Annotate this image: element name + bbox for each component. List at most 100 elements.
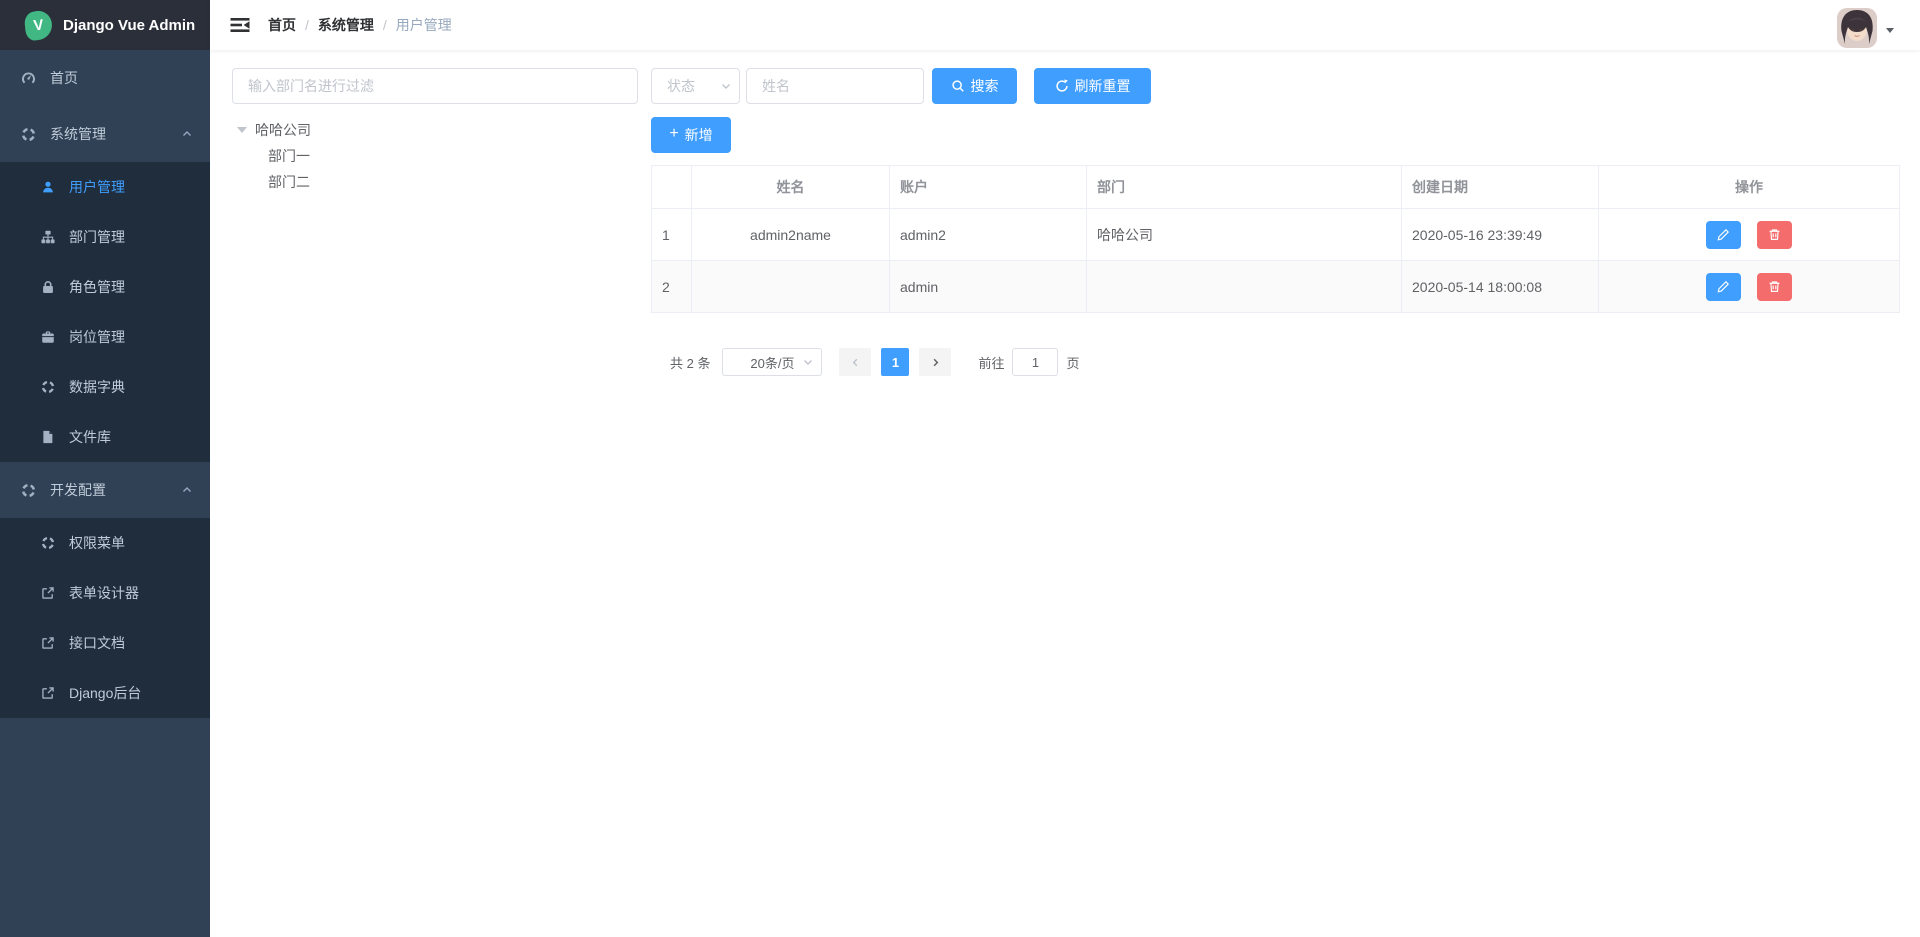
caret-down-icon[interactable] <box>237 127 247 133</box>
column-header-name: 姓名 <box>692 166 890 209</box>
delete-icon <box>1768 280 1781 293</box>
cell-index: 1 <box>652 209 692 261</box>
column-header-index <box>652 166 692 209</box>
component-icon <box>21 127 36 142</box>
row-edit-button[interactable] <box>1706 221 1741 249</box>
next-page-button[interactable] <box>919 348 951 376</box>
app-title: Django Vue Admin <box>63 17 195 34</box>
sidebar-item-roles[interactable]: 角色管理 <box>0 262 210 312</box>
add-button-label: 新增 <box>685 125 713 145</box>
dev-submenu: 权限菜单 表单设计器 接口文档 Django后台 <box>0 518 210 718</box>
status-select[interactable] <box>651 68 740 104</box>
hamburger-icon[interactable] <box>230 15 250 35</box>
tree-node-label: 部门一 <box>268 146 310 166</box>
external-link-icon <box>41 686 55 700</box>
tree-node-company[interactable]: 哈哈公司 <box>232 117 638 143</box>
sidebar-item-users[interactable]: 用户管理 <box>0 162 210 212</box>
table-row[interactable]: 1 admin2name admin2 哈哈公司 2020-05-16 23:3… <box>652 209 1900 261</box>
prev-page-button[interactable] <box>839 348 871 376</box>
sidebar-item-django-admin[interactable]: Django后台 <box>0 668 210 718</box>
cell-actions <box>1599 261 1900 313</box>
external-link-icon <box>41 586 55 600</box>
status-select-input[interactable] <box>651 68 740 104</box>
sidebar-item-files[interactable]: 文件库 <box>0 412 210 462</box>
refresh-reset-button-label: 刷新重置 <box>1075 76 1131 96</box>
breadcrumb-home[interactable]: 首页 <box>268 15 296 35</box>
row-delete-button[interactable] <box>1757 221 1792 249</box>
sidebar-item-posts[interactable]: 岗位管理 <box>0 312 210 362</box>
sidebar-item-label: 部门管理 <box>69 227 125 247</box>
caret-down-icon[interactable] <box>1886 28 1894 33</box>
sidebar-item-departments[interactable]: 部门管理 <box>0 212 210 262</box>
sidebar-item-dictionary[interactable]: 数据字典 <box>0 362 210 412</box>
edit-icon <box>1717 280 1730 293</box>
sidebar-item-label: 权限菜单 <box>69 533 125 553</box>
column-header-actions: 操作 <box>1599 166 1900 209</box>
sidebar-item-label: 接口文档 <box>69 633 125 653</box>
sidebar-item-label: 表单设计器 <box>69 583 139 603</box>
refresh-reset-button[interactable]: 刷新重置 <box>1034 68 1151 104</box>
table-header-row: 姓名 账户 部门 创建日期 操作 <box>652 166 1900 209</box>
component-icon <box>41 536 55 550</box>
plus-icon: + <box>669 126 678 142</box>
dept-filter-input[interactable] <box>232 68 638 104</box>
cell-name: admin2name <box>692 209 890 261</box>
sidebar-item-label: 文件库 <box>69 427 111 447</box>
search-icon <box>951 79 965 93</box>
column-header-account: 账户 <box>890 166 1087 209</box>
search-button-label: 搜索 <box>971 76 999 96</box>
sidebar-item-label: 系统管理 <box>50 124 106 144</box>
breadcrumb-system[interactable]: 系统管理 <box>318 15 374 35</box>
breadcrumb-separator: / <box>305 17 309 33</box>
breadcrumb: 首页 / 系统管理 / 用户管理 <box>268 15 452 35</box>
component-icon <box>21 483 36 498</box>
users-table: 姓名 账户 部门 创建日期 操作 1 admin2name admin2 哈哈公… <box>651 165 1900 313</box>
tree-node-label: 哈哈公司 <box>255 120 311 140</box>
component-icon <box>41 380 55 394</box>
cell-created: 2020-05-14 18:00:08 <box>1402 261 1599 313</box>
search-button[interactable]: 搜索 <box>932 68 1017 104</box>
vue-logo-icon: V <box>24 9 54 41</box>
sidebar-item-form-designer[interactable]: 表单设计器 <box>0 568 210 618</box>
cell-name <box>692 261 890 313</box>
tree-node-dept-1[interactable]: 部门一 <box>232 143 638 169</box>
cell-account: admin2 <box>890 209 1087 261</box>
goto-page-input[interactable] <box>1012 348 1058 376</box>
cell-department <box>1087 261 1402 313</box>
lock-icon <box>41 280 55 294</box>
chevron-up-icon <box>181 484 193 496</box>
edit-icon <box>1717 228 1730 241</box>
main-area: 首页 / 系统管理 / 用户管理 <box>210 0 1920 937</box>
column-header-created: 创建日期 <box>1402 166 1599 209</box>
sidebar-item-home[interactable]: 首页 <box>0 50 210 106</box>
page-size-select[interactable]: 20条/页 <box>722 348 822 376</box>
sidebar-item-devconfig[interactable]: 开发配置 <box>0 462 210 518</box>
table-row[interactable]: 2 admin 2020-05-14 18:00:08 <box>652 261 1900 313</box>
row-edit-button[interactable] <box>1706 273 1741 301</box>
avatar[interactable] <box>1837 8 1877 48</box>
row-delete-button[interactable] <box>1757 273 1792 301</box>
sidebar-item-permission-menu[interactable]: 权限菜单 <box>0 518 210 568</box>
filter-bar: 搜索 刷新重置 <box>651 68 1900 104</box>
name-filter-input[interactable] <box>746 68 924 104</box>
add-button[interactable]: + 新增 <box>651 117 731 153</box>
pagination-total: 共 2 条 <box>670 353 710 372</box>
sitemap-icon <box>41 230 55 244</box>
sidebar-item-system[interactable]: 系统管理 <box>0 106 210 162</box>
cell-index: 2 <box>652 261 692 313</box>
pagination-unit-label: 页 <box>1066 353 1079 372</box>
sidebar-item-label: 用户管理 <box>69 177 125 197</box>
tree-node-dept-2[interactable]: 部门二 <box>232 169 638 195</box>
user-panel: 搜索 刷新重置 + 新增 姓名 <box>651 68 1900 937</box>
page-1-button[interactable]: 1 <box>881 348 909 376</box>
tree-node-label: 部门二 <box>268 172 310 192</box>
page-content: 哈哈公司 部门一 部门二 <box>210 50 1920 937</box>
sidebar-item-label: 数据字典 <box>69 377 125 397</box>
app-logo[interactable]: V Django Vue Admin <box>0 0 210 50</box>
sidebar-item-label: 开发配置 <box>50 480 106 500</box>
sidebar-item-label: Django后台 <box>69 683 141 703</box>
breadcrumb-separator: / <box>383 17 387 33</box>
page-size-label: 20条/页 <box>750 353 794 372</box>
chevron-right-icon <box>930 357 941 368</box>
sidebar-item-api-docs[interactable]: 接口文档 <box>0 618 210 668</box>
